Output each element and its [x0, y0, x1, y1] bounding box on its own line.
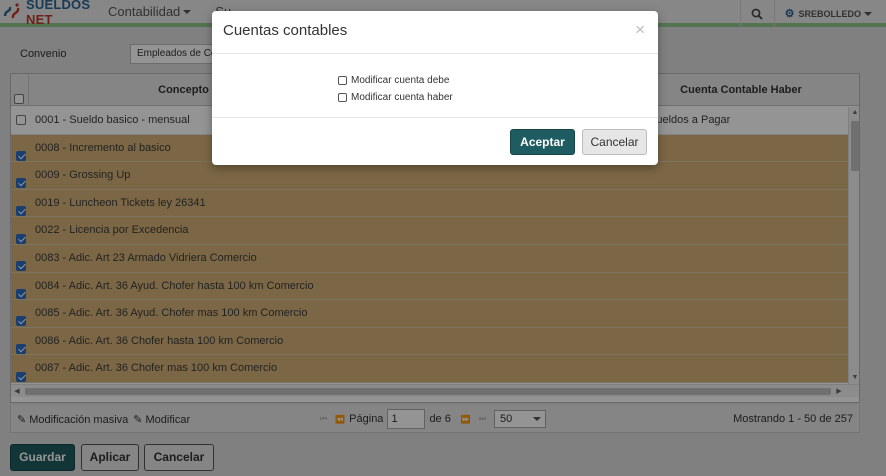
cuenta-haber-label: Modificar cuenta haber	[351, 92, 453, 103]
cuenta-debe-label: Modificar cuenta debe	[351, 75, 450, 86]
cuenta-debe-checkbox[interactable]	[338, 76, 347, 85]
accept-button[interactable]: Aceptar	[510, 129, 575, 155]
close-icon[interactable]: ×	[635, 21, 645, 38]
modal-title: Cuentas contables	[223, 22, 348, 39]
modal-footer: Aceptar Cancelar	[212, 117, 658, 165]
cuentas-contables-dialog: Cuentas contables × Modificar cuenta deb…	[212, 11, 658, 165]
option-cuenta-haber[interactable]: Modificar cuenta haber	[338, 92, 453, 103]
option-cuenta-debe[interactable]: Modificar cuenta debe	[338, 75, 449, 86]
modal-header: Cuentas contables ×	[212, 11, 658, 54]
modal-cancel-button[interactable]: Cancelar	[582, 129, 647, 155]
modal-body: Modificar cuenta debe Modificar cuenta h…	[212, 55, 658, 117]
cuenta-haber-checkbox[interactable]	[338, 93, 347, 102]
